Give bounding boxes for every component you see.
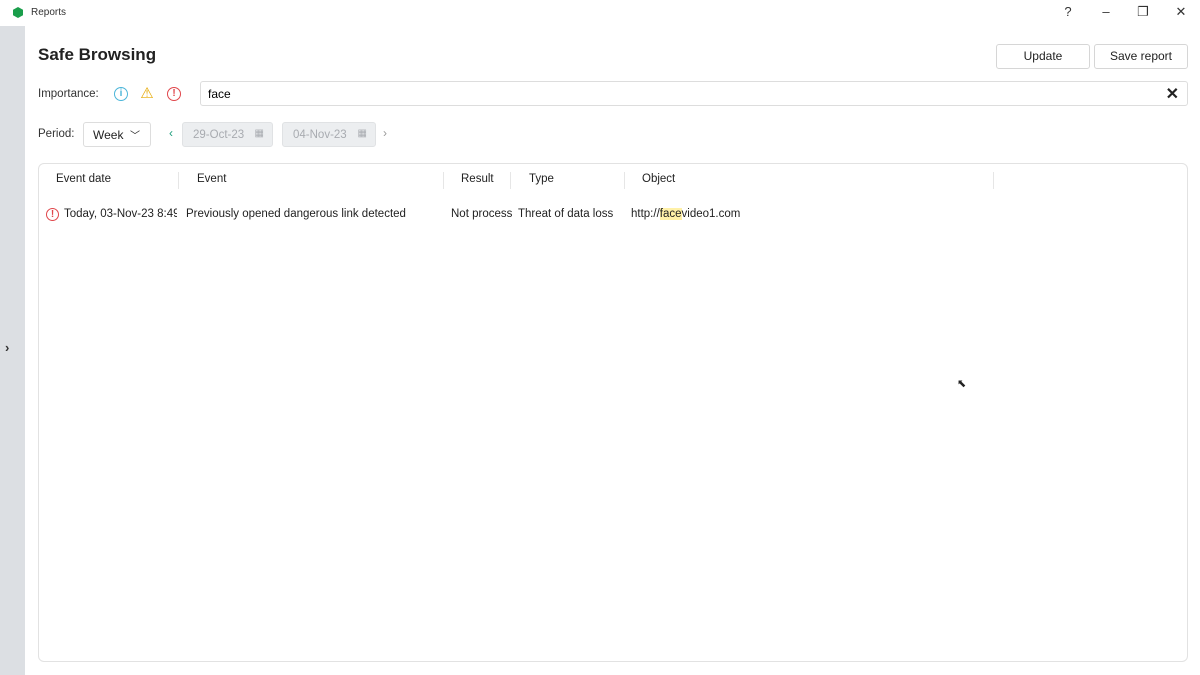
column-header-type[interactable]: Type bbox=[529, 173, 554, 185]
calendar-icon: ▦ bbox=[254, 128, 264, 139]
mouse-cursor-icon: ⬉ bbox=[957, 378, 967, 390]
column-divider[interactable] bbox=[993, 172, 994, 189]
title-bar: Reports ? – ❐ ✕ bbox=[0, 0, 1200, 26]
column-header-result[interactable]: Result bbox=[461, 173, 494, 185]
cell-event: Previously opened dangerous link detecte… bbox=[186, 208, 406, 220]
period-select[interactable]: Week ﹀ bbox=[83, 122, 151, 147]
column-header-object[interactable]: Object bbox=[642, 173, 675, 185]
importance-label: Importance: bbox=[38, 88, 99, 100]
cell-object: http://facevideo1.com bbox=[631, 208, 740, 220]
update-button[interactable]: Update bbox=[996, 44, 1090, 69]
column-divider[interactable] bbox=[510, 172, 511, 189]
help-button[interactable]: ? bbox=[1058, 4, 1078, 19]
column-divider[interactable] bbox=[624, 172, 625, 189]
save-report-button[interactable]: Save report bbox=[1094, 44, 1188, 69]
previous-period-icon[interactable]: ‹ bbox=[169, 126, 173, 140]
cell-result: Not process bbox=[451, 208, 513, 220]
column-divider[interactable] bbox=[443, 172, 444, 189]
cell-type: Threat of data loss bbox=[518, 208, 614, 220]
minimize-button[interactable]: – bbox=[1096, 4, 1116, 19]
date-from: 29-Oct-23 bbox=[193, 129, 245, 141]
object-prefix: http:// bbox=[631, 208, 660, 220]
column-divider[interactable] bbox=[178, 172, 179, 189]
error-icon: ! bbox=[46, 208, 59, 221]
cell-event-date: Today, 03-Nov-23 8:49:… bbox=[64, 208, 177, 220]
clear-search-icon[interactable]: ✕ bbox=[1166, 84, 1179, 104]
app-logo-icon bbox=[13, 7, 23, 18]
search-highlight: face bbox=[659, 208, 682, 220]
page-title: Safe Browsing bbox=[38, 45, 157, 64]
restore-button[interactable]: ❐ bbox=[1133, 4, 1153, 20]
column-header-event[interactable]: Event bbox=[197, 173, 226, 185]
date-to: 04-Nov-23 bbox=[293, 129, 347, 141]
date-from-field: 29-Oct-23 ▦ bbox=[182, 122, 273, 147]
column-header-event-date[interactable]: Event date bbox=[56, 173, 111, 185]
period-label: Period: bbox=[38, 128, 75, 140]
next-period-icon[interactable]: › bbox=[383, 126, 387, 140]
info-filter-icon[interactable]: i bbox=[114, 87, 128, 101]
chevron-down-icon: ﹀ bbox=[130, 131, 140, 142]
calendar-icon: ▦ bbox=[357, 128, 367, 139]
warning-filter-icon[interactable]: ⚠ bbox=[140, 86, 154, 101]
collapsed-sidebar[interactable]: › bbox=[0, 26, 25, 675]
events-table: Event date Event Result Type Object ! To… bbox=[38, 163, 1188, 662]
search-field[interactable]: ✕ bbox=[200, 81, 1188, 106]
chevron-right-icon[interactable]: › bbox=[5, 340, 9, 355]
period-value: Week bbox=[93, 128, 124, 142]
close-button[interactable]: ✕ bbox=[1171, 4, 1191, 20]
error-filter-icon[interactable]: ! bbox=[167, 87, 181, 101]
date-to-field: 04-Nov-23 ▦ bbox=[282, 122, 376, 147]
search-input[interactable] bbox=[208, 87, 1148, 101]
window-title: Reports bbox=[31, 7, 67, 18]
object-suffix: video1.com bbox=[681, 208, 741, 220]
